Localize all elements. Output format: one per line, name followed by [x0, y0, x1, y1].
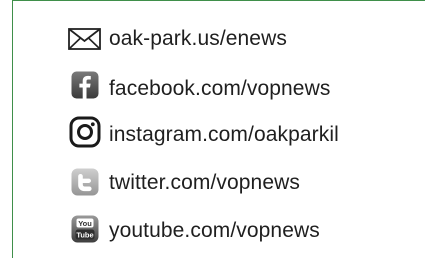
youtube-icon: You Tube [71, 215, 99, 243]
youtube-link[interactable]: youtube.com/vopnews [109, 219, 320, 243]
enews-link[interactable]: oak-park.us/enews [109, 27, 287, 51]
envelope-icon [68, 28, 101, 50]
instagram-icon [69, 116, 101, 148]
twitter-link[interactable]: twitter.com/vopnews [109, 171, 300, 195]
facebook-link[interactable]: facebook.com/vopnews [109, 77, 330, 101]
svg-text:You: You [78, 219, 92, 228]
facebook-icon [71, 71, 99, 99]
svg-text:Tube: Tube [76, 230, 93, 239]
instagram-link[interactable]: instagram.com/oakparkil [109, 123, 339, 147]
twitter-icon [71, 168, 99, 196]
social-links-panel: oak-park.us/enews facebook.com/vopnews i… [12, 0, 425, 258]
